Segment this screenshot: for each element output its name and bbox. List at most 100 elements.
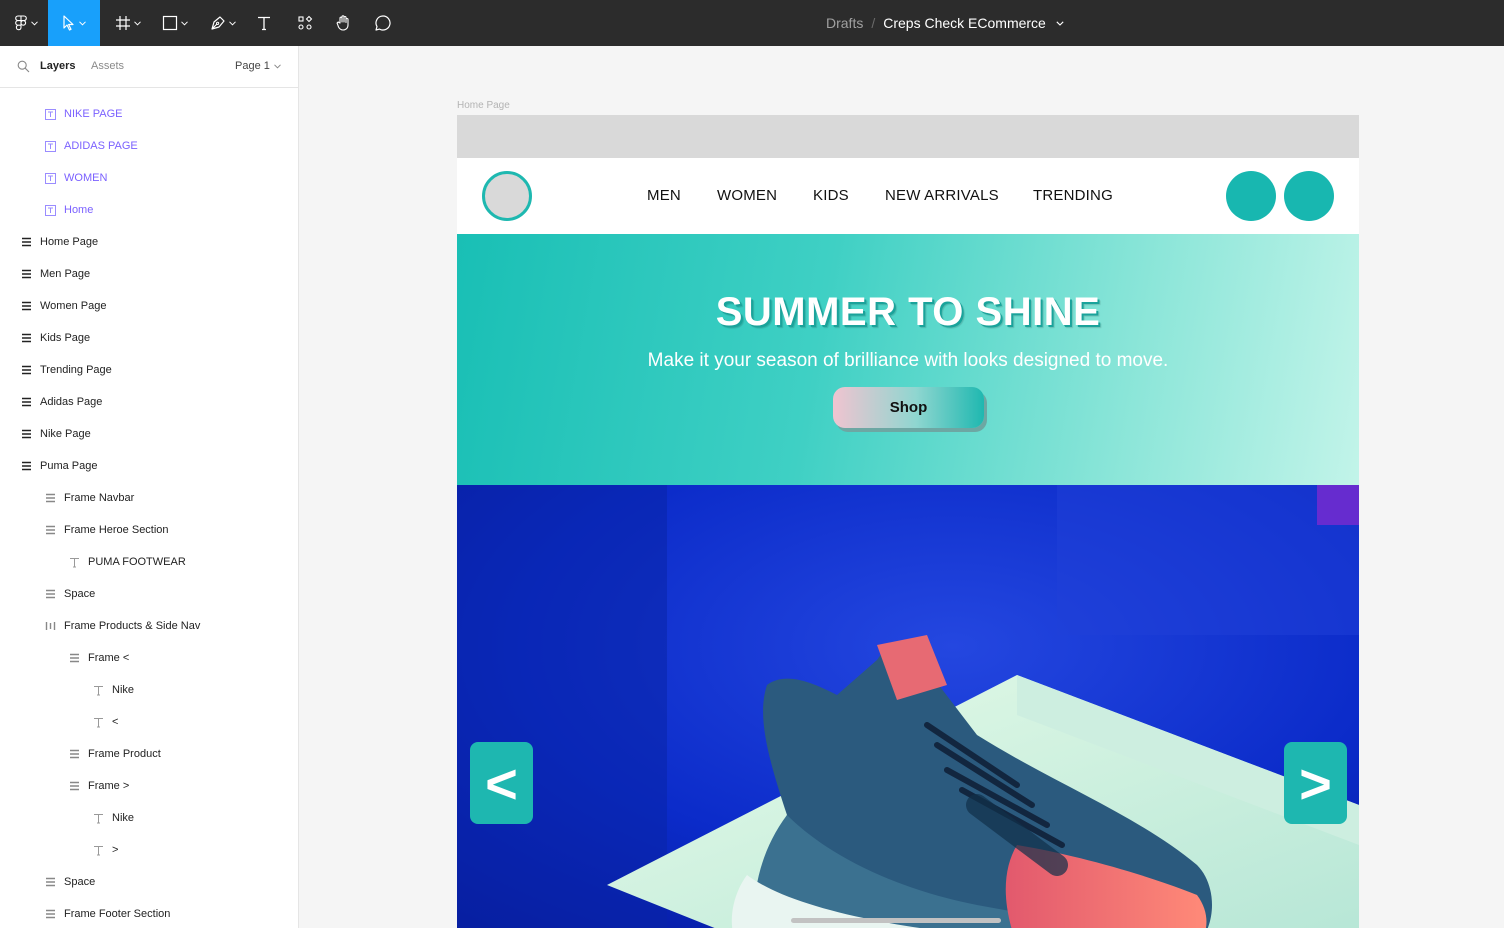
layer-row[interactable]: Kids Page: [0, 322, 298, 354]
layer-label: Trending Page: [40, 364, 112, 376]
shape-tool-button[interactable]: [156, 0, 194, 46]
layer-row[interactable]: Puma Page: [0, 450, 298, 482]
layer-label: PUMA FOOTWEAR: [88, 556, 186, 568]
layer-label: Home: [64, 204, 94, 216]
layer-row[interactable]: Home Page: [0, 226, 298, 258]
layer-row[interactable]: Frame Navbar: [0, 482, 298, 514]
move-tool-button[interactable]: [48, 0, 100, 46]
layer-label: Kids Page: [40, 332, 91, 344]
figma-menu-button[interactable]: [6, 0, 46, 46]
text-icon: [92, 812, 104, 824]
layer-row[interactable]: Nike: [0, 802, 298, 834]
text-tool-button[interactable]: [252, 0, 276, 46]
layer-row[interactable]: Nike: [0, 674, 298, 706]
layer-row[interactable]: Trending Page: [0, 354, 298, 386]
layer-row[interactable]: NIKE PAGE: [0, 98, 298, 130]
nav-link-trending[interactable]: TRENDING: [1033, 187, 1113, 204]
cursor-arrow-icon: [63, 15, 74, 31]
layer-label: Frame Footer Section: [64, 908, 171, 920]
layer-row[interactable]: <: [0, 706, 298, 738]
text-t-icon: [258, 16, 270, 31]
tab-layers[interactable]: Layers: [40, 60, 75, 72]
breadcrumb-separator: /: [871, 15, 876, 31]
layer-row[interactable]: ADIDAS PAGE: [0, 130, 298, 162]
chevron-down-icon: [274, 64, 281, 69]
text-icon: [92, 716, 104, 728]
chevron-down-icon: [229, 20, 236, 26]
page-selector[interactable]: Page 1: [235, 60, 270, 72]
text-icon: [92, 844, 104, 856]
layer-label: Frame Product: [88, 748, 161, 760]
layer-label: Frame Navbar: [64, 492, 135, 504]
layer-row[interactable]: WOMEN: [0, 162, 298, 194]
tab-assets[interactable]: Assets: [91, 60, 124, 72]
breadcrumb-drafts[interactable]: Drafts: [826, 15, 863, 31]
text-icon: [68, 556, 80, 568]
top-toolbar: Drafts / Creps Check ECommerce: [0, 0, 1504, 46]
panel-header: Layers Assets Page 1: [0, 46, 298, 88]
file-breadcrumb[interactable]: Drafts / Creps Check ECommerce: [826, 0, 1064, 46]
comment-tool-button[interactable]: [372, 0, 394, 46]
nav-action-circle[interactable]: [1226, 171, 1276, 221]
layer-row[interactable]: Frame Products & Side Nav: [0, 610, 298, 642]
chevron-down-icon: [79, 20, 86, 26]
layer-row[interactable]: Frame Product: [0, 738, 298, 770]
layer-row[interactable]: Adidas Page: [0, 386, 298, 418]
frame-rows-icon: [20, 332, 32, 344]
layer-row[interactable]: Women Page: [0, 290, 298, 322]
frame-tool-button[interactable]: [110, 0, 146, 46]
canvas-horizontal-scrollbar[interactable]: [791, 918, 1001, 923]
frame-rows-icon: [20, 236, 32, 248]
layer-row[interactable]: Nike Page: [0, 418, 298, 450]
nav-link-men[interactable]: MEN: [647, 187, 681, 204]
design-canvas[interactable]: Home Page MEN WOMEN KIDS NEW ARRIVALS TR…: [299, 46, 1504, 928]
layer-label: Frame Products & Side Nav: [64, 620, 201, 632]
product-image: < >: [457, 485, 1359, 928]
frame-rows-icon: [20, 300, 32, 312]
layer-label: Nike: [112, 684, 135, 696]
frame-rows-icon: [20, 268, 32, 280]
layer-row[interactable]: Space: [0, 578, 298, 610]
frame-rows-icon: [44, 908, 56, 920]
nav-link-women[interactable]: WOMEN: [717, 187, 777, 204]
frame-rows-icon: [20, 428, 32, 440]
nav-link-new-arrivals[interactable]: NEW ARRIVALS: [885, 187, 999, 204]
nav-action-circle[interactable]: [1284, 171, 1334, 221]
layer-row[interactable]: Space: [0, 866, 298, 898]
logo-placeholder[interactable]: [482, 171, 532, 221]
layer-label: Home Page: [40, 236, 99, 248]
carousel-next-button[interactable]: >: [1284, 742, 1347, 824]
layer-label: <: [112, 716, 119, 728]
layer-row[interactable]: >: [0, 834, 298, 866]
home-page-frame[interactable]: MEN WOMEN KIDS NEW ARRIVALS TRENDING SUM…: [457, 115, 1359, 928]
hero-title: SUMMER TO SHINE: [715, 290, 1101, 334]
nav-link-kids[interactable]: KIDS: [813, 187, 849, 204]
layer-row[interactable]: Frame <: [0, 642, 298, 674]
hand-tool-button[interactable]: [332, 0, 356, 46]
layer-row[interactable]: Home: [0, 194, 298, 226]
pen-icon: [211, 16, 225, 30]
hand-icon: [336, 15, 349, 31]
layer-row[interactable]: Frame Heroe Section: [0, 514, 298, 546]
carousel-prev-button[interactable]: <: [470, 742, 533, 824]
comment-bubble-icon: [375, 15, 391, 31]
announcement-bar: [457, 115, 1359, 158]
layer-label: >: [112, 844, 119, 856]
layer-label: Space: [64, 588, 96, 600]
search-icon[interactable]: [17, 60, 30, 73]
layer-row[interactable]: Men Page: [0, 258, 298, 290]
frame-label[interactable]: Home Page: [457, 100, 510, 111]
layer-row[interactable]: Frame Footer Section: [0, 898, 298, 928]
layer-label: Space: [64, 876, 96, 888]
frame-rows-icon: [44, 876, 56, 888]
shop-button[interactable]: Shop: [833, 387, 984, 428]
frame-rows-icon: [44, 492, 56, 504]
file-name[interactable]: Creps Check ECommerce: [883, 15, 1046, 31]
frame-rows-icon: [68, 748, 80, 760]
layer-row[interactable]: Frame >: [0, 770, 298, 802]
sneaker-photo-illustration: [457, 485, 1359, 928]
layer-row[interactable]: PUMA FOOTWEAR: [0, 546, 298, 578]
pen-tool-button[interactable]: [204, 0, 242, 46]
resources-tool-button[interactable]: [294, 0, 316, 46]
chevron-down-icon: [134, 20, 141, 26]
